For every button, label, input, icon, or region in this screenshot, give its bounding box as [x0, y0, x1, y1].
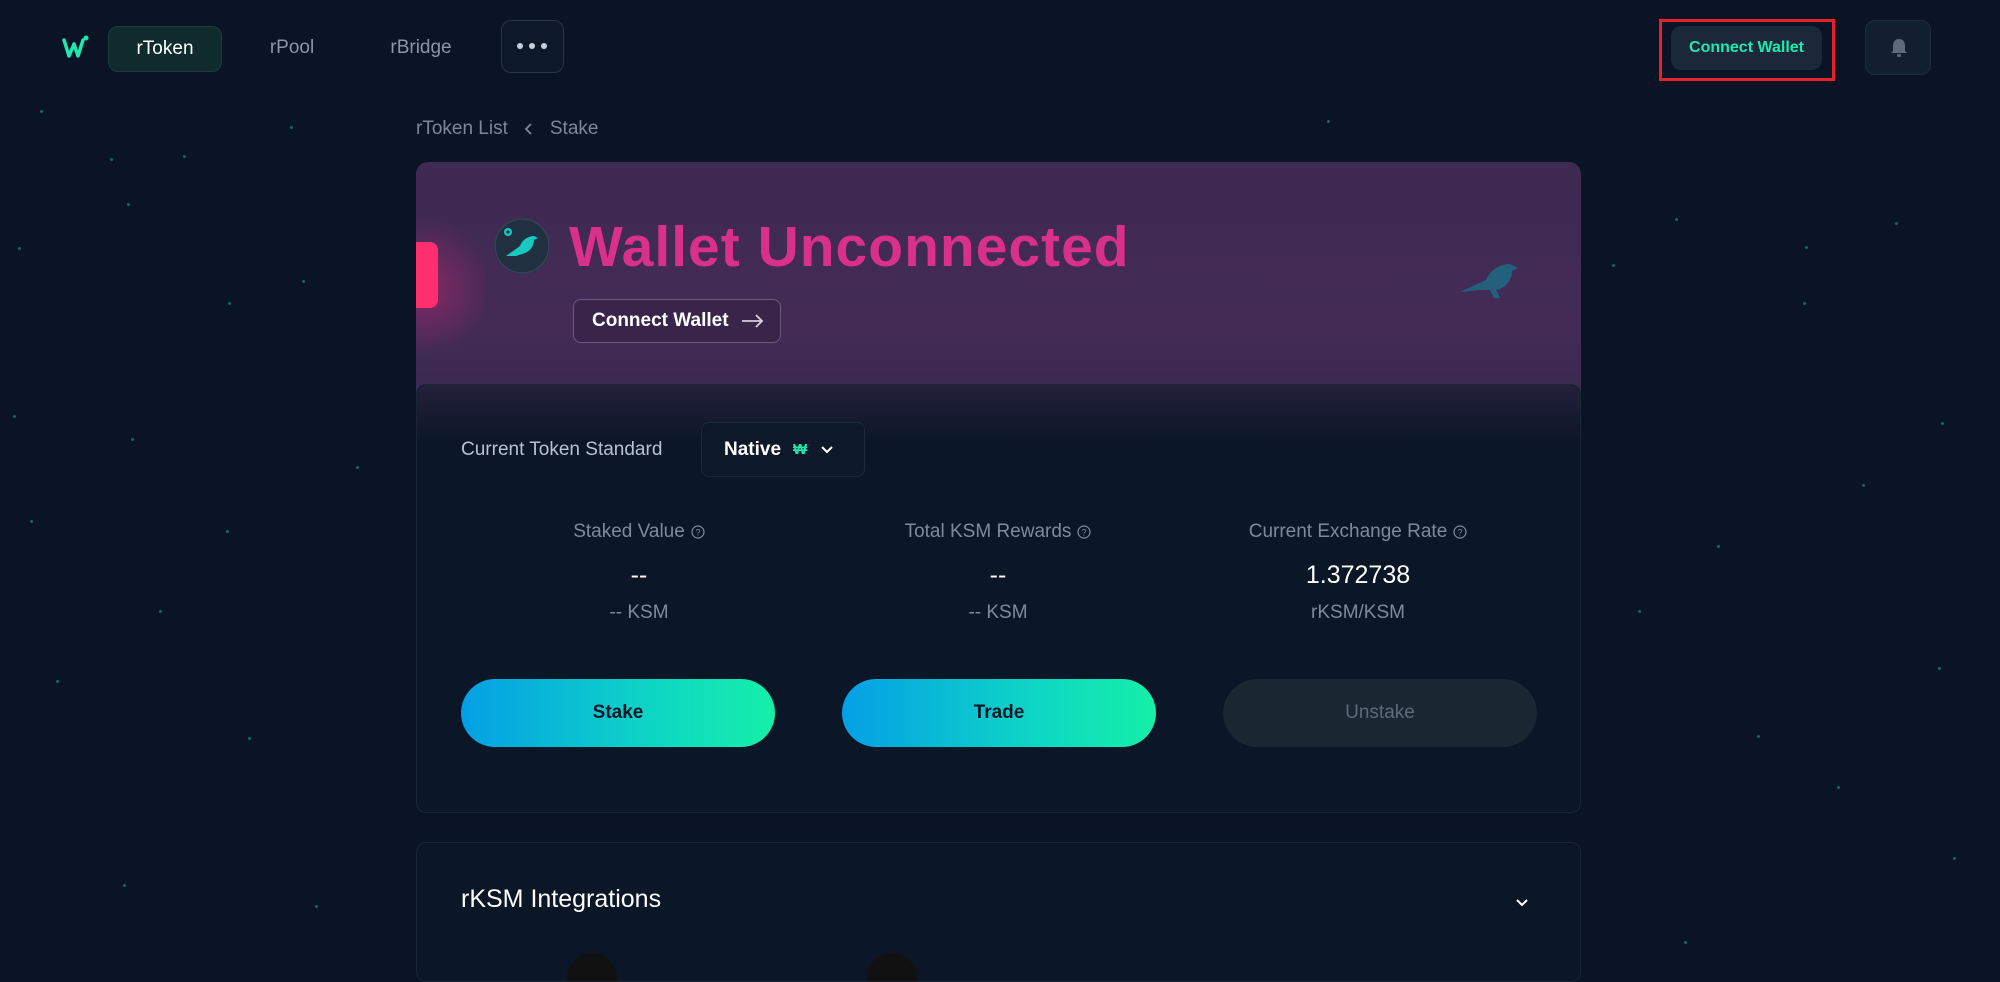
- help-circle-icon[interactable]: ?: [691, 525, 705, 539]
- kusama-bird-icon: [494, 218, 550, 274]
- nav-rpool[interactable]: rPool: [252, 26, 332, 70]
- connect-wallet-button[interactable]: Connect Wallet: [1671, 26, 1822, 70]
- svg-text:?: ?: [1082, 528, 1087, 538]
- stat-sub: -- KSM: [968, 602, 1028, 623]
- trade-button[interactable]: Trade: [842, 679, 1156, 747]
- stat-sub: rKSM/KSM: [1311, 602, 1405, 623]
- stat-value: --: [630, 561, 648, 589]
- chevron-down-icon[interactable]: [1513, 893, 1531, 911]
- chevron-left-icon: [524, 123, 532, 135]
- stat-staked-value: Staked Value ? -- -- KSM: [489, 521, 789, 624]
- kusama-bird-decoration-icon: [1460, 264, 1518, 298]
- unstake-button[interactable]: Unstake: [1223, 679, 1537, 747]
- stat-value: --: [989, 561, 1007, 589]
- wallet-hero-banner: Wallet Unconnected Connect Wallet: [416, 162, 1581, 402]
- svg-text:?: ?: [1458, 528, 1463, 538]
- token-symbol-icon: ₩: [793, 441, 808, 458]
- hero-connect-wallet-label: Connect Wallet: [592, 310, 729, 331]
- stat-label: Total KSM Rewards: [904, 521, 1072, 542]
- token-standard-value: Native: [724, 438, 782, 460]
- bell-icon: [1891, 39, 1907, 57]
- stat-exchange-rate: Current Exchange Rate ? 1.372738 rKSM/KS…: [1208, 521, 1508, 624]
- chevron-down-icon: [821, 445, 833, 453]
- nav-rbridge[interactable]: rBridge: [376, 26, 466, 70]
- stafi-logo-icon[interactable]: [62, 34, 90, 62]
- top-navbar: rToken rPool rBridge Connect Wallet: [0, 0, 2000, 96]
- stat-label: Current Exchange Rate: [1248, 521, 1448, 542]
- breadcrumb-stake: Stake: [549, 118, 599, 139]
- stat-value: 1.372738: [1305, 561, 1411, 589]
- help-circle-icon[interactable]: ?: [1453, 525, 1467, 539]
- arrow-right-icon: [741, 314, 763, 328]
- hero-connect-wallet-button[interactable]: Connect Wallet: [573, 299, 781, 343]
- token-standard-select[interactable]: Native ₩: [701, 422, 865, 477]
- stake-card: Current Token Standard Native ₩ Staked V…: [416, 384, 1581, 813]
- breadcrumb-rtoken-list[interactable]: rToken List: [416, 118, 508, 140]
- hero-accent-pill: [416, 242, 438, 308]
- stat-label: Staked Value: [573, 521, 685, 542]
- stat-sub: -- KSM: [609, 602, 669, 623]
- wallet-status-title: Wallet Unconnected: [569, 215, 1130, 279]
- integrations-title: rKSM Integrations: [461, 885, 662, 913]
- more-dots-icon: [517, 43, 547, 49]
- breadcrumb: rToken List Stake: [416, 118, 598, 140]
- kusama-avatar: [494, 218, 550, 274]
- nav-rtoken[interactable]: rToken: [108, 26, 222, 72]
- stat-total-rewards: Total KSM Rewards ? -- -- KSM: [848, 521, 1148, 624]
- svg-text:?: ?: [695, 528, 700, 538]
- help-circle-icon[interactable]: ?: [1077, 525, 1092, 539]
- more-menu-button[interactable]: [501, 20, 564, 73]
- token-standard-label: Current Token Standard: [461, 439, 663, 460]
- integrations-panel[interactable]: rKSM Integrations: [416, 842, 1581, 982]
- stake-button[interactable]: Stake: [461, 679, 775, 747]
- notifications-button[interactable]: [1865, 20, 1931, 75]
